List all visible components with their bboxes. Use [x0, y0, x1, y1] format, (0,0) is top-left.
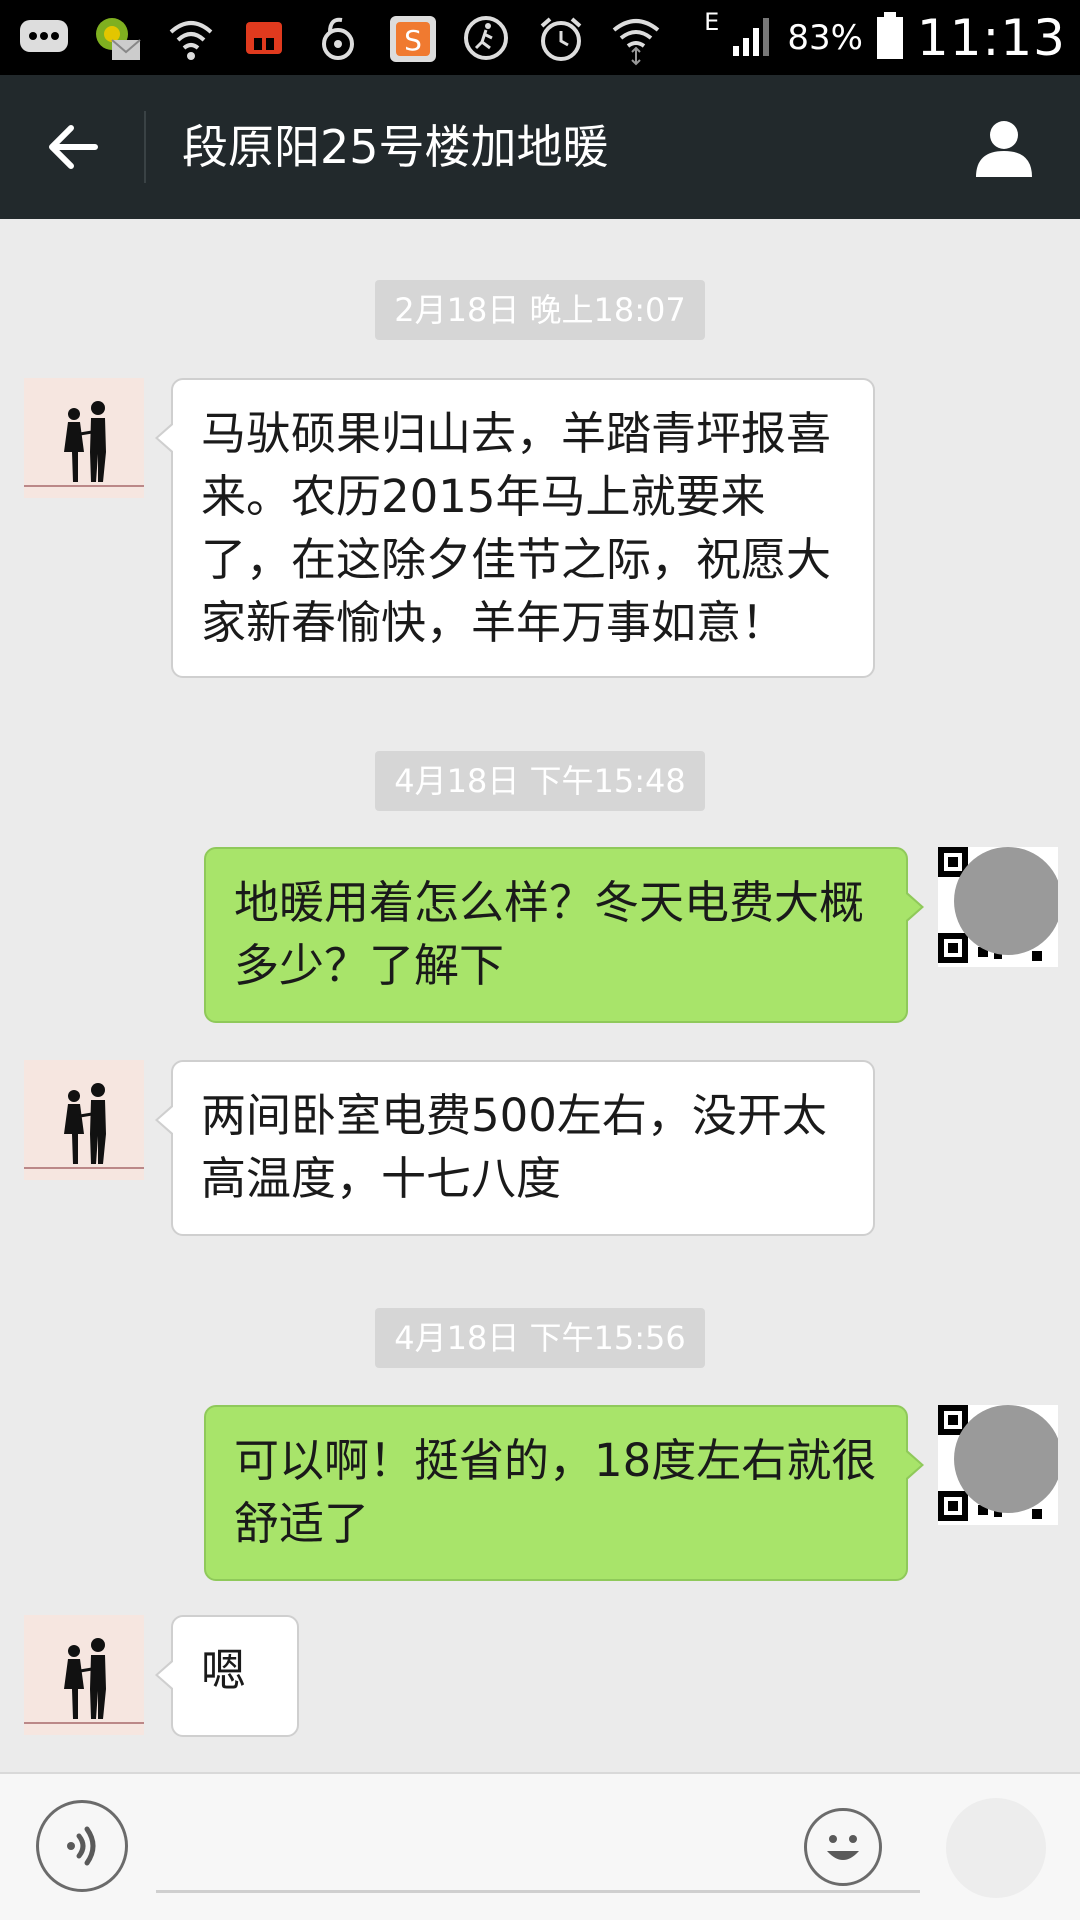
email-icon: [92, 14, 141, 62]
qr-code-icon: [938, 847, 1058, 967]
message-input-bar: [0, 1772, 1080, 1920]
shop-icon: [240, 14, 288, 62]
qr-code-icon: [938, 1405, 1058, 1525]
svg-text:S: S: [404, 24, 422, 57]
voice-button[interactable]: [36, 1800, 128, 1892]
message-timestamp: 4月18日 下午15:48: [375, 751, 705, 811]
message-text: 两间卧室电费500左右，没开太高温度，十七八度: [201, 1089, 827, 1205]
header-divider: [144, 111, 146, 183]
self-avatar[interactable]: [938, 847, 1058, 967]
chat-header: 段原阳25号楼加地暖: [0, 75, 1080, 219]
outgoing-message-bubble[interactable]: 可以啊！挺省的，18度左右就很舒适了: [204, 1405, 924, 1581]
wifi-icon: [610, 14, 660, 66]
lock-icon: [314, 14, 362, 62]
emoji-icon: [827, 1835, 859, 1860]
incoming-message-bubble[interactable]: 马驮硕果归山去，羊踏青坪报喜来。农历2015年马上就要来了，在这除夕佳节之际，祝…: [155, 378, 875, 678]
self-avatar[interactable]: [938, 1405, 1058, 1525]
couple-silhouette-icon: [24, 1060, 144, 1180]
system-status: E 83% 11:13: [704, 0, 1066, 75]
battery-icon: [875, 11, 905, 65]
couple-silhouette-icon: [24, 378, 144, 498]
outgoing-message-bubble[interactable]: 地暖用着怎么样？冬天电费大概多少？了解下: [204, 847, 924, 1023]
battery-percent: 83%: [787, 17, 863, 58]
person-icon: [976, 121, 1032, 177]
message-text: 嗯: [201, 1644, 247, 1697]
couple-silhouette-icon: [24, 1615, 144, 1735]
wifi-signal-icon: [166, 14, 214, 62]
incoming-message-bubble[interactable]: 嗯: [155, 1615, 299, 1737]
notification-icons: S: [18, 8, 660, 68]
chat-info-button[interactable]: [968, 111, 1040, 183]
voice-icon: [67, 1826, 96, 1866]
message-icon: [18, 14, 68, 62]
network-type-label: E: [704, 8, 720, 36]
emoji-button[interactable]: [804, 1808, 882, 1886]
contact-avatar[interactable]: [24, 1615, 144, 1735]
cell-signal-icon: [731, 14, 775, 62]
message-text: 可以啊！挺省的，18度左右就很舒适了: [234, 1434, 877, 1550]
back-button[interactable]: [36, 117, 110, 177]
status-clock: 11:13: [916, 8, 1066, 67]
runner-icon: [462, 14, 510, 62]
alarm-icon: [536, 14, 584, 62]
contact-avatar[interactable]: [24, 378, 144, 498]
message-timestamp: 4月18日 下午15:56: [375, 1308, 705, 1368]
message-text: 地暖用着怎么样？冬天电费大概多少？了解下: [234, 876, 865, 992]
contact-avatar[interactable]: [24, 1060, 144, 1180]
sogou-icon: S: [388, 14, 436, 62]
arrow-left-icon: [49, 125, 98, 169]
message-text: 马驮硕果归山去，羊踏青坪报喜来。农历2015年马上就要来了，在这除夕佳节之际，祝…: [201, 407, 832, 649]
chat-screen: S E 83% 11:13 段原阳25号楼加地暖 2月18日 晚上18:07 马…: [0, 0, 1080, 1920]
more-button[interactable]: [946, 1798, 1046, 1898]
chat-title: 段原阳25号楼加地暖: [182, 120, 609, 174]
incoming-message-bubble[interactable]: 两间卧室电费500左右，没开太高温度，十七八度: [155, 1060, 875, 1236]
message-timestamp: 2月18日 晚上18:07: [375, 280, 705, 340]
status-bar: S E 83% 11:13: [0, 0, 1080, 75]
